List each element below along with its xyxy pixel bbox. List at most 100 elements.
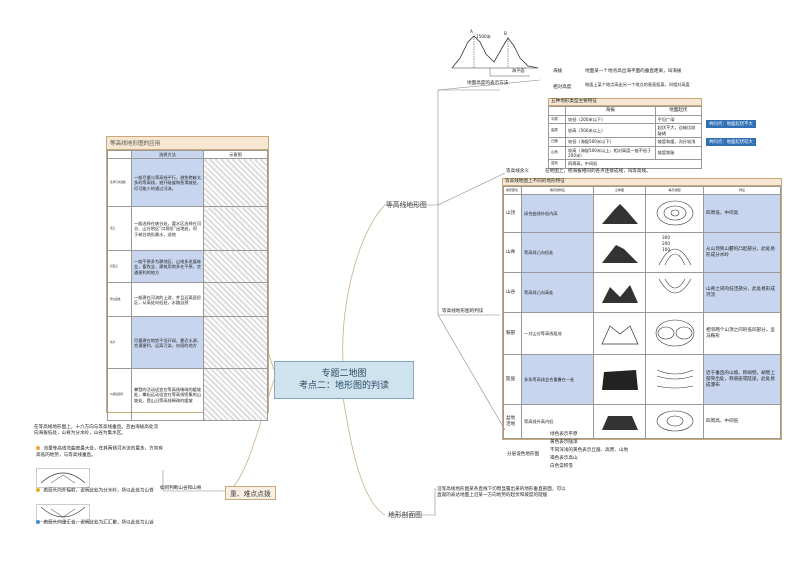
part-trait: 山脊之间的低洼部分，此处易形成河流 xyxy=(703,272,781,314)
def-altitude: 地面某一个地点高出海平面的垂直距离，叫海拔 xyxy=(585,69,682,74)
figure-label-a: 1500米 xyxy=(476,34,491,39)
landform-name: 丘陵 xyxy=(548,137,566,147)
table-row: 居民点 一般平原多为耕地区，山地多发展林业，畜牧业，建筑用地多在平原，交通便利的… xyxy=(107,250,268,284)
application-row-text: 攀登的活动适宜在等高线稀疏的缓坡处，攀岩运动适宜在等高线密集的山坡处，登山沿等高… xyxy=(131,368,204,422)
color-layer-label[interactable]: 分层设色地形图 xyxy=(507,452,539,458)
topic-profile-map[interactable]: 地形剖面图 xyxy=(388,509,422,519)
landform-altitude: 较低（200米以下） xyxy=(565,114,656,125)
contour-number: 200 xyxy=(662,241,670,246)
river-note-blue: 若箭头向里汇合，说明此处为汇汇聚，所以此处为山谷 xyxy=(30,520,166,527)
table-row: 公路线选择 攀登的活动适宜在等高线稀疏的缓坡处，攀岩运动适宜在等高线密集的山坡处… xyxy=(107,368,268,422)
application-row-text: 一般尽量与等高线平行，避免跨越太多的等高线，避开陡崖和急滑坡处，尽可能少的通过河… xyxy=(131,158,204,208)
profile-description: 沿等高线地形图某条直线下切而显露出来的地形垂直剖面，可以直观的表达地面上沿某一方… xyxy=(437,487,566,498)
river-note-general: 在等高线地形图上，十六方向与等高线垂直，且由海拔高处流向海拔低处，山脊为分水岭，… xyxy=(34,425,159,436)
landform-altitude: 较高（500米以上） xyxy=(565,123,656,139)
map-thumbnail xyxy=(203,282,268,318)
landform-altitude: 较低（海拔500米以下） xyxy=(565,137,656,147)
topic-contour-map[interactable]: 等高线地形图 xyxy=(386,199,427,209)
valley-3d-icon xyxy=(593,272,646,314)
col-feature: 等高线特征 xyxy=(521,185,594,196)
table-row: 水库 尽量建在地势平坦开阔，靠近水源，交通便利，远离污染，向阳的地方 xyxy=(107,316,268,370)
ridge-3d-icon xyxy=(593,232,646,274)
part-feature: 一对山谷等高线组成 xyxy=(521,312,594,356)
contour-meaning-label[interactable]: 等高线含义 xyxy=(506,169,529,175)
topic-key-points[interactable]: 重、难点点拨 xyxy=(225,486,276,500)
col-3d: 立体图 xyxy=(593,185,646,196)
color-layer-list: 绿色表示平原 黄色表示陆洋 不同深浅的黄色表示丘陵、高原、山地 褐色表示高山 白… xyxy=(550,432,628,470)
color-layer-item: 黄色表示陆洋 xyxy=(550,440,578,445)
contour-saddle-icon xyxy=(645,312,704,356)
landforms-note-flat: 共同点：地面起伏不大 xyxy=(706,120,756,128)
central-topic[interactable]: 专题二地图 考点二：地形图的判读 xyxy=(274,361,414,399)
application-row-text: 尽量建在地势平坦开阔，靠近水源，交通便利，远离污染，向阳的地方 xyxy=(131,316,204,370)
table-row: 山脊 等高线凸向低处 从山顶到山麓的凸起部分，此处易形成分水岭 xyxy=(503,232,781,274)
figure-label-c: A xyxy=(470,29,473,34)
cliff-3d-icon xyxy=(593,354,646,406)
contour-cliff-icon xyxy=(645,354,704,406)
mountain-3d-icon xyxy=(593,194,646,234)
part-feature: 等高线凸向低处 xyxy=(521,232,594,274)
def-relative-height: 地面上某个地点高出另一个地点的垂直距离，叫相对高度 xyxy=(585,82,690,87)
river-note-orange: 流量等高线弯曲度最大处，在其两侧河水流的最多，方向有高低的地势，与等高线垂直。 xyxy=(30,446,166,459)
application-row-name: 港口 xyxy=(107,206,132,252)
part-feature: 多条等高线会合重叠在一处 xyxy=(521,354,594,406)
part-name: 盆地洼地 xyxy=(503,404,522,440)
table-row: 丘陵 较低（海拔500米以下） 坡度和缓，沟谷较浅 xyxy=(548,137,703,147)
elevation-figure: 1500米 海平面 A B xyxy=(450,28,540,78)
part-trait: 相邻两个山顶之间的低凹部分，呈马鞍形 xyxy=(703,312,781,356)
landform-name: 平原 xyxy=(548,114,566,125)
table-row: 高原 较高（500米以上） 起伏不大，边缘比较陡峭 xyxy=(548,123,703,139)
color-layer-item: 不同深浅的黄色表示丘陵、高原、山地 xyxy=(550,448,629,453)
contour-judge-label[interactable]: 等高线地形图的判读 xyxy=(442,309,483,315)
map-thumbnail xyxy=(203,368,268,422)
application-table: 选择方法 示意图 选择引水线路 一般尽量与等高线平行，避免跨越太多的等高线，避开… xyxy=(107,149,268,422)
landforms-col-altitude: 海拔 xyxy=(565,106,656,116)
application-row-text: 一般建在河流的上游，并且远离居民区，从高处向低处，水路自然 xyxy=(131,282,204,318)
map-thumbnail xyxy=(203,250,268,284)
table-row: 山地 较高（海拔500米以上，相对高度一般不低于200米） 坡度和陡 xyxy=(548,145,703,161)
landforms-header: 五种地形类型主要特征 xyxy=(548,98,702,106)
saddle-3d-icon xyxy=(593,312,646,356)
col-contour: 等高线图 xyxy=(645,185,704,196)
term-altitude: 海拔 xyxy=(553,69,563,74)
part-trait: 四周高、中间低 xyxy=(703,404,781,440)
part-name: 山顶 xyxy=(503,194,522,234)
table-row: 山谷 等高线凸向高处 山脊之间的低洼部分，此处易形成河流 xyxy=(503,272,781,314)
application-row-name: 选择引水线路 xyxy=(107,158,132,208)
table-row: 盆地洼地 等高线外高内低 四周高、中间低 xyxy=(503,404,781,440)
contour-features-table: 地形部位 等高线特征 立体图 等高线图 特征 山顶 闭合曲线外低内高 四周低，中… xyxy=(503,185,781,440)
application-row-name: 居民点 xyxy=(107,250,132,284)
application-row-name: 登山路线 xyxy=(107,282,132,318)
col-trait: 特征 xyxy=(703,185,781,196)
height-definitions: 海拔 地面某一个地点高出海平面的垂直距离，叫海拔 相对高度 地面上某个地点高出另… xyxy=(553,69,713,96)
table-row: 陡崖 多条等高线会合重叠在一处 近于垂直的山坡，称峭壁。峭壁上部突出处，称悬崖或… xyxy=(503,354,781,406)
orange-bullet-icon xyxy=(36,446,40,450)
part-name: 鞍部 xyxy=(503,312,522,356)
application-col-figure: 示意图 xyxy=(203,149,268,160)
central-title: 专题二地图 xyxy=(321,369,367,379)
central-subtitle: 考点二：地形图的判读 xyxy=(298,381,389,391)
figure-label-b: 海平面 xyxy=(512,68,525,73)
contour-ridge-icon xyxy=(645,232,704,274)
contour-features-header: 等高线地图上不同的地形特征 xyxy=(503,179,781,186)
part-feature: 闭合曲线外低内高 xyxy=(521,194,594,234)
part-name: 陡崖 xyxy=(503,354,522,406)
landforms-panel: 五种地形类型主要特征 海拔 地面起伏 平原 较低（200米以下） 平坦广阔 高原… xyxy=(548,98,703,169)
application-row-name: 公路线选择 xyxy=(107,368,132,422)
landforms-table: 海拔 地面起伏 平原 较低（200米以下） 平坦广阔 高原 较高（500米以上）… xyxy=(548,106,703,169)
ridge-arrows-diagram xyxy=(36,468,90,488)
height-repr-label[interactable]: 地面高度的表示方法 xyxy=(467,81,508,87)
river-note-text: 若箭头向里汇合，说明此处为汇汇聚，所以此处为山谷 xyxy=(43,520,154,526)
color-layer-item: 白色常积雪 xyxy=(550,464,573,469)
contour-basin-icon xyxy=(645,404,704,440)
river-note-text: 流量等高线弯曲度最大处，在其两侧河水流的最多，方向有高低的地势，与等高线垂直。 xyxy=(36,446,163,458)
river-note-text: 若箭头向外辐射，说明此处为分水岭，所以此处为山脊 xyxy=(43,488,154,494)
table-row: 山顶 闭合曲线外低内高 四周低，中间高 xyxy=(503,194,781,234)
table-row: 鞍部 一对山谷等高线组成 相邻两个山顶之间的低凹部分，呈马鞍形 xyxy=(503,312,781,356)
map-thumbnail xyxy=(203,206,268,252)
landforms-col-relief: 地面起伏 xyxy=(654,106,703,116)
table-row: 盆地 四周高，中间低 xyxy=(548,159,702,169)
application-row-text: 一般平原多为耕地区，山地多发展林业，畜牧业，建筑用地多在平原，交通便利的地方 xyxy=(131,250,204,284)
valley-ridge-question[interactable]: 如何判断山谷和山脊 xyxy=(160,486,201,492)
part-name: 山谷 xyxy=(503,272,522,314)
